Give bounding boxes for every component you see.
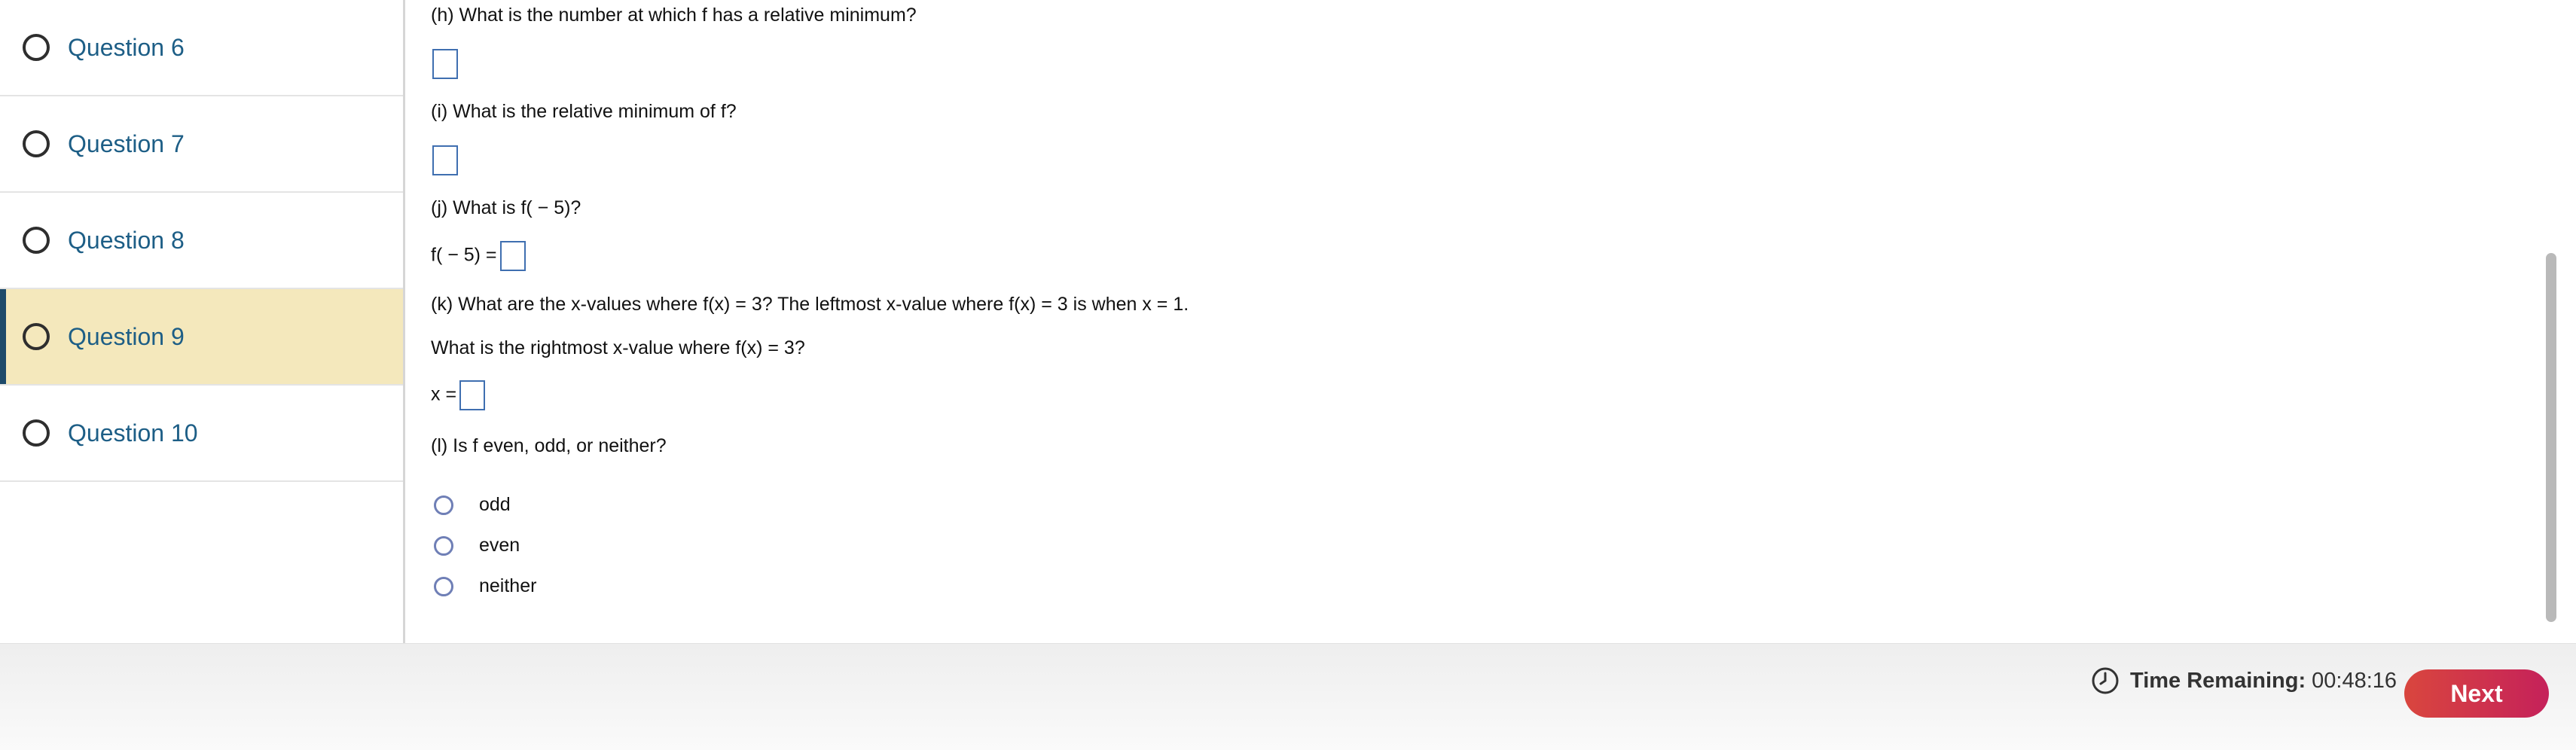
answer-h-input[interactable] (432, 49, 458, 79)
question-status-circle-icon (23, 323, 50, 350)
sidebar-item-question-9[interactable]: Question 9 (0, 289, 403, 386)
radio-button-icon[interactable] (434, 576, 453, 596)
time-remaining: Time Remaining: 00:48:16 (2091, 666, 2397, 695)
time-remaining-value: 00:48:16 (2312, 668, 2397, 693)
answer-j-row: f( − 5) = (431, 241, 526, 271)
answer-i-input[interactable] (432, 145, 458, 175)
sidebar-item-label: Question 7 (68, 130, 185, 157)
answer-j-input[interactable] (499, 241, 526, 271)
sidebar-item-question-10[interactable]: Question 10 (0, 386, 403, 482)
answer-k-input[interactable] (459, 380, 486, 410)
question-h-text: (h) What is the number at which f has a … (431, 5, 917, 26)
scrollbar-thumb[interactable] (2546, 253, 2556, 622)
question-j-text: (j) What is f( − 5)? (431, 197, 581, 218)
question-content: (h) What is the number at which f has a … (431, 0, 2525, 643)
answer-k-prefix: x = (431, 383, 457, 405)
answer-j-prefix: f( − 5) = (431, 244, 497, 266)
answer-k-row: x = (431, 380, 486, 410)
next-button[interactable]: Next (2404, 669, 2549, 718)
option-neither[interactable]: neither (434, 575, 536, 597)
clock-icon (2092, 667, 2119, 694)
sidebar-item-label: Question 6 (68, 33, 185, 61)
option-odd[interactable]: odd (434, 494, 511, 516)
radio-button-icon[interactable] (434, 495, 453, 515)
sidebar-item-label: Question 8 (68, 226, 185, 254)
sidebar-item-label: Question 10 (68, 419, 198, 447)
sidebar-item-label: Question 9 (68, 322, 185, 350)
question-k-text: (k) What are the x-values where f(x) = 3… (431, 294, 1189, 315)
question-l-text: (l) Is f even, odd, or neither? (431, 435, 667, 456)
sidebar-item-question-8[interactable]: Question 8 (0, 193, 403, 289)
sidebar-item-question-7[interactable]: Question 7 (0, 96, 403, 193)
option-label: odd (479, 494, 511, 515)
footer-bar: Time Remaining: 00:48:16 Next (0, 643, 2576, 750)
sidebar-item-question-6[interactable]: Question 6 (0, 0, 403, 96)
question-status-circle-icon (23, 227, 50, 254)
option-label: even (479, 535, 520, 556)
question-k-subtext: What is the rightmost x-value where f(x)… (431, 337, 805, 358)
radio-button-icon[interactable] (434, 535, 453, 556)
option-even[interactable]: even (434, 535, 520, 556)
question-i-text: (i) What is the relative minimum of f? (431, 101, 737, 122)
time-remaining-label: Time Remaining: (2130, 668, 2306, 693)
option-label: neither (479, 575, 537, 596)
question-status-circle-icon (23, 419, 50, 447)
question-sidebar: Question 6 Question 7 Question 8 Questio… (0, 0, 405, 643)
question-status-circle-icon (23, 34, 50, 61)
question-status-circle-icon (23, 130, 50, 157)
